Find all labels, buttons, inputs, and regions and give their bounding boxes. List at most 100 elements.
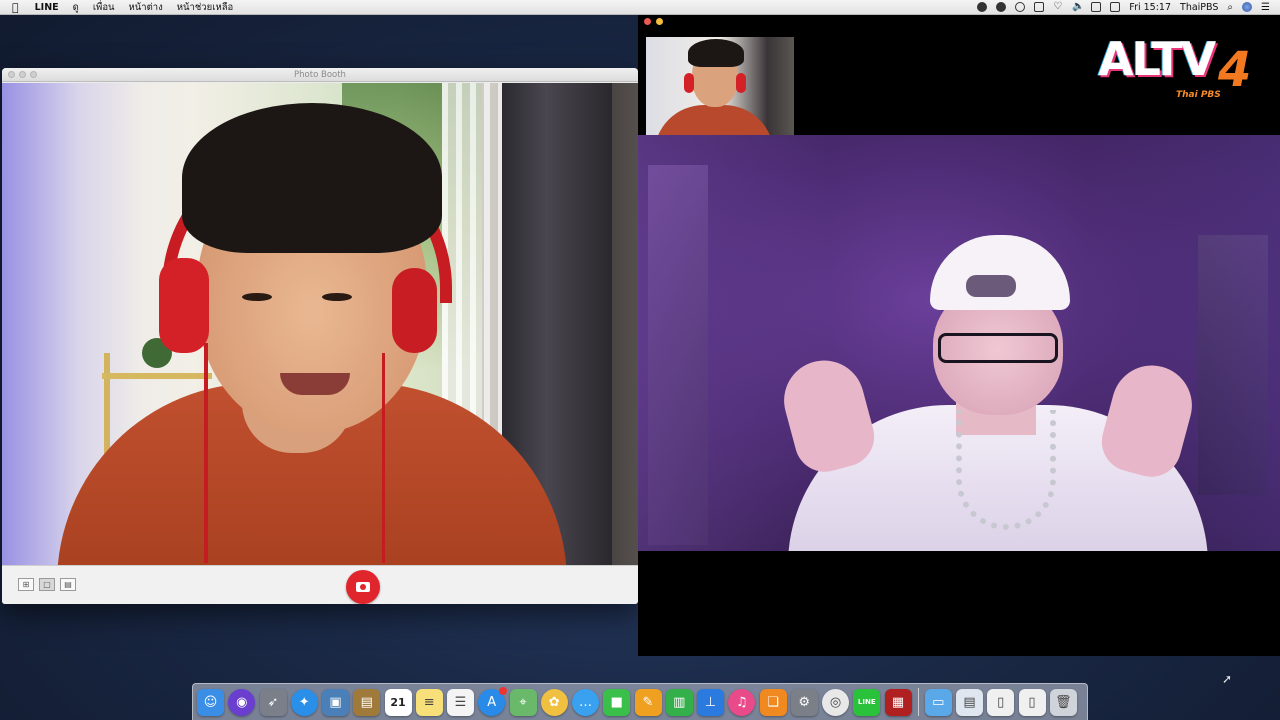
dock-separator xyxy=(917,688,919,716)
menu-view[interactable]: ดู xyxy=(73,0,79,15)
strip-view-button[interactable]: ▤ xyxy=(60,578,76,591)
video-call-window xyxy=(638,15,1280,656)
menu-friends[interactable]: เพื่อน xyxy=(93,0,115,15)
apple-icon[interactable]:  xyxy=(12,2,19,13)
menu-window[interactable]: หน้าต่าง xyxy=(129,0,163,15)
voice-memo-icon[interactable] xyxy=(1015,2,1026,12)
remote-video[interactable] xyxy=(638,135,1280,551)
photo-booth-toolbar: ⊞ □ ▤ xyxy=(2,565,638,604)
photos-icon[interactable]: ✿ xyxy=(540,688,568,716)
self-video[interactable] xyxy=(646,37,794,147)
line-icon-glyph: LINE xyxy=(857,698,876,706)
safari-icon[interactable]: ✦ xyxy=(290,688,318,716)
document-icon[interactable]: ▯ xyxy=(987,688,1015,716)
remote-cap-strap xyxy=(966,275,1016,297)
menu-bar:  LINE ดู เพื่อน หน้าต่าง หน้าช่วยเหลือ … xyxy=(0,0,1280,15)
app-store-icon-glyph: A xyxy=(487,694,497,710)
call-close-button[interactable] xyxy=(644,18,651,25)
document2-icon[interactable]: ▯ xyxy=(1018,688,1046,716)
calendar-icon[interactable]: 21 xyxy=(384,688,412,716)
headphones-cord xyxy=(382,353,385,563)
document-stack-icon[interactable]: ▤ xyxy=(956,688,983,716)
reminders-icon-glyph: ☰ xyxy=(454,694,467,710)
keynote-icon-glyph: ⊥ xyxy=(704,694,717,710)
person-eye xyxy=(242,293,272,301)
line-status-icon[interactable] xyxy=(977,2,988,12)
call-minimize-button[interactable] xyxy=(656,18,663,25)
document2-icon-glyph: ▯ xyxy=(1028,694,1036,710)
take-photo-button[interactable] xyxy=(346,570,380,604)
camera-icon xyxy=(356,582,370,592)
trash-icon[interactable]: 🗑 xyxy=(1049,688,1077,716)
view-mode-group: ⊞ □ ▤ xyxy=(18,578,81,591)
background-shelf-top xyxy=(102,373,212,379)
notes-icon-glyph: ≡ xyxy=(423,694,435,710)
adobe-icon[interactable] xyxy=(1110,2,1121,12)
calendar-icon-glyph: 21 xyxy=(390,695,406,709)
photo-booth-window: Photo Booth ⊞ □ ▤ xyxy=(2,68,638,604)
itunes-icon-glyph: ♫ xyxy=(735,694,748,710)
chrome-icon[interactable]: ◎ xyxy=(822,688,849,716)
menu-clock[interactable]: Fri 15:17 xyxy=(1129,2,1171,13)
finder-icon[interactable]: ☺ xyxy=(197,688,224,716)
notes-icon[interactable]: ≡ xyxy=(415,688,443,716)
channel-logo: ALTV 4 Thai PBS xyxy=(1098,32,1258,106)
self-hair xyxy=(688,39,744,67)
launchpad-icon[interactable]: ➶ xyxy=(259,688,287,716)
notebook-icon[interactable]: ▤ xyxy=(353,688,381,716)
photo-booth-icon[interactable]: ▦ xyxy=(884,688,912,716)
maps-icon-glyph: ⌖ xyxy=(519,694,527,710)
app-store-icon[interactable]: A xyxy=(478,686,508,716)
heart-icon[interactable]: ♡ xyxy=(1053,2,1063,12)
remote-chain-necklace xyxy=(956,410,1056,530)
call-window-controls xyxy=(644,18,668,25)
facetime-icon[interactable]: ■ xyxy=(603,688,631,716)
menu-app-name[interactable]: LINE xyxy=(35,2,59,13)
person-mouth xyxy=(280,373,350,395)
spotlight-icon[interactable]: ⌕ xyxy=(1227,2,1233,13)
photo-booth-titlebar[interactable]: Photo Booth xyxy=(2,68,638,82)
single-view-button[interactable]: □ xyxy=(39,578,55,591)
app-status-icon[interactable] xyxy=(1034,2,1045,12)
settings-icon-glyph: ⚙ xyxy=(798,694,811,710)
document-icon-glyph: ▯ xyxy=(997,694,1005,710)
keyboard-input-icon[interactable] xyxy=(1091,2,1102,12)
trash-icon-glyph: 🗑 xyxy=(1054,694,1072,710)
pages-icon[interactable]: ✎ xyxy=(634,688,662,716)
photos-icon-glyph: ✿ xyxy=(548,694,560,710)
notification-center-icon[interactable]: ☰ xyxy=(1261,2,1270,13)
folder-icon[interactable]: ▭ xyxy=(924,688,952,716)
folder-icon-glyph: ▭ xyxy=(932,694,945,710)
numbers-icon-glyph: ▥ xyxy=(673,694,686,710)
logo-subtitle: Thai PBS xyxy=(1176,90,1221,100)
person-hair xyxy=(182,103,442,253)
grid-view-button[interactable]: ⊞ xyxy=(18,578,34,591)
remote-glasses xyxy=(938,333,1058,363)
keynote-icon[interactable]: ⊥ xyxy=(697,688,724,716)
chrome-icon-glyph: ◎ xyxy=(829,694,842,710)
settings-icon[interactable]: ⚙ xyxy=(790,688,818,716)
facetime-icon-glyph: ■ xyxy=(610,694,623,710)
ibooks-icon-glyph: ❏ xyxy=(767,694,779,710)
ibooks-icon[interactable]: ❏ xyxy=(759,688,787,716)
person-eye xyxy=(322,293,352,301)
menu-help[interactable]: หน้าช่วยเหลือ xyxy=(177,0,233,15)
line-icon[interactable]: LINE xyxy=(853,688,881,716)
user-avatar-icon[interactable] xyxy=(1242,2,1253,12)
reminders-icon[interactable]: ☰ xyxy=(447,688,474,716)
preview-icon[interactable]: ▣ xyxy=(322,688,349,716)
volume-icon[interactable]: 🔈 xyxy=(1072,2,1084,12)
launchpad-icon-glyph: ➶ xyxy=(267,694,279,710)
maps-icon[interactable]: ⌖ xyxy=(509,688,537,716)
itunes-icon[interactable]: ♫ xyxy=(728,688,756,716)
pages-icon-glyph: ✎ xyxy=(642,694,654,710)
messages-icon[interactable]: … xyxy=(572,688,599,716)
numbers-icon[interactable]: ▥ xyxy=(665,688,693,716)
siri-icon[interactable]: ◉ xyxy=(228,688,256,716)
chat-status-icon[interactable] xyxy=(996,2,1007,12)
notebook-icon-glyph: ▤ xyxy=(360,694,373,710)
headphones-cup-left xyxy=(159,258,209,353)
menu-user[interactable]: ThaiPBS xyxy=(1180,2,1218,13)
messages-icon-glyph: … xyxy=(579,694,592,710)
camera-preview xyxy=(2,83,638,565)
